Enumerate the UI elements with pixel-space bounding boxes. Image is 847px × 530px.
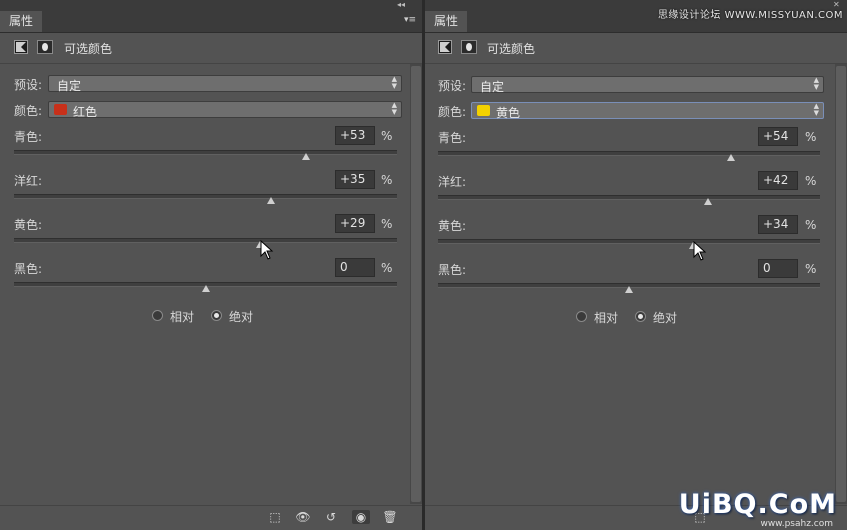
percent-sign: % — [805, 174, 817, 188]
percent-sign: % — [805, 262, 817, 276]
radio-button-checked[interactable] — [211, 310, 222, 321]
black-value-input[interactable]: 0 — [335, 258, 375, 277]
slider-label-cyan: 青色: — [438, 131, 467, 145]
black-slider-thumb[interactable] — [202, 285, 210, 292]
magenta-slider-thumb[interactable] — [704, 198, 712, 205]
preset-dropdown[interactable]: 自定 ▲ ▼ — [48, 75, 402, 93]
slider-label-magenta: 洋红: — [438, 175, 467, 189]
adjustment-title: 可选颜色 — [64, 42, 113, 56]
slider-label-yellow: 黄色: — [438, 219, 467, 233]
layer-mask-icon[interactable] — [37, 40, 53, 54]
percent-sign: % — [381, 217, 393, 231]
collapse-icon[interactable]: ◂◂ — [397, 0, 405, 10]
dropdown-arrows-icon: ▲ ▼ — [391, 75, 397, 90]
radio-label-absolute: 绝对 — [653, 311, 678, 325]
preset-dropdown[interactable]: 自定 ▲ ▼ — [471, 76, 824, 94]
yellow-slider-track[interactable] — [438, 239, 820, 244]
slider-label-black: 黑色: — [14, 262, 43, 276]
radio-label-relative: 相对 — [594, 311, 619, 325]
color-value: 红色 — [73, 105, 98, 119]
percent-sign: % — [381, 173, 393, 187]
cyan-slider-track[interactable] — [14, 150, 397, 155]
mouse-cursor-icon — [693, 241, 707, 261]
view-previous-state-icon[interactable]: 👁︎ — [294, 510, 312, 524]
color-swatch — [477, 105, 490, 116]
watermark-sub-text: www.psahz.com — [760, 519, 833, 529]
vertical-scrollbar[interactable] — [410, 64, 422, 504]
selective-color-adjustment-icon[interactable] — [438, 40, 452, 54]
radio-button[interactable] — [576, 311, 587, 322]
magenta-slider-thumb[interactable] — [267, 197, 275, 204]
preset-value: 自定 — [57, 79, 82, 93]
vertical-scrollbar[interactable] — [835, 64, 847, 504]
dropdown-arrows-icon: ▲ ▼ — [813, 76, 819, 91]
method-radio-relative[interactable]: 相对 — [152, 308, 202, 324]
magenta-value-input[interactable]: +35 — [335, 170, 375, 189]
percent-sign: % — [381, 261, 393, 275]
preset-label: 预设: — [438, 79, 467, 93]
yellow-value-input[interactable]: +29 — [335, 214, 375, 233]
color-swatch — [54, 104, 67, 115]
scroll-thumb[interactable] — [836, 66, 846, 502]
layer-mask-icon[interactable] — [461, 40, 477, 54]
watermark-top-text: 思缘设计论坛 WWW.MISSYUAN.COM — [657, 10, 843, 21]
selective-color-adjustment-icon[interactable] — [14, 40, 28, 54]
color-value: 黄色 — [496, 106, 521, 120]
yellow-value-input[interactable]: +34 — [758, 215, 798, 234]
cyan-value-input[interactable]: +54 — [758, 127, 798, 146]
method-radio-relative[interactable]: 相对 — [576, 309, 626, 325]
visibility-eye-icon[interactable]: ◉ — [352, 510, 370, 524]
adjustment-title: 可选颜色 — [487, 42, 536, 56]
magenta-slider-track[interactable] — [438, 195, 820, 200]
cyan-value-input[interactable]: +53 — [335, 126, 375, 145]
tab-bar: 属性 ▾≡ — [0, 11, 422, 33]
color-label: 颜色: — [438, 105, 467, 119]
slider-label-black: 黑色: — [438, 263, 467, 277]
magenta-slider-track[interactable] — [14, 194, 397, 199]
radio-label-relative: 相对 — [170, 310, 195, 324]
color-dropdown[interactable]: 黄色 ▲ ▼ — [471, 102, 824, 120]
panel-bottom-toolbar: ⬚ 👁︎ ↺ ◉ 🗑︎ — [0, 505, 422, 530]
dropdown-arrows-icon: ▲ ▼ — [391, 101, 397, 116]
properties-panel-right: ✕ 属性 可选颜色 预设: 自定 ▲ ▼ 颜色: 黄色 ▲ ▼ 青色: +54 % … — [425, 0, 847, 530]
adjustment-header: 可选颜色 — [0, 33, 422, 64]
cyan-slider-thumb[interactable] — [727, 154, 735, 161]
mouse-cursor-icon — [260, 240, 274, 260]
percent-sign: % — [381, 129, 393, 143]
slider-label-cyan: 青色: — [14, 130, 43, 144]
cyan-slider-track[interactable] — [438, 151, 820, 156]
slider-label-yellow: 黄色: — [14, 218, 43, 232]
tab-properties[interactable]: 属性 — [425, 11, 468, 32]
scroll-thumb[interactable] — [411, 66, 421, 502]
method-radio-absolute[interactable]: 绝对 — [211, 308, 261, 324]
black-slider-thumb[interactable] — [625, 286, 633, 293]
dropdown-arrows-icon: ▲ ▼ — [813, 102, 819, 117]
watermark-logo: UiBQ.CoM — [678, 489, 837, 520]
panel-menu-icon[interactable]: ▾≡ — [404, 15, 416, 25]
yellow-slider-track[interactable] — [14, 238, 397, 243]
preset-value: 自定 — [480, 80, 505, 94]
adjustment-header: 可选颜色 — [425, 33, 847, 64]
trash-icon[interactable]: 🗑︎ — [381, 510, 399, 524]
slider-label-magenta: 洋红: — [14, 174, 43, 188]
reset-icon[interactable]: ↺ — [322, 510, 340, 524]
clip-to-layer-icon[interactable]: ⬚ — [266, 510, 284, 524]
magenta-value-input[interactable]: +42 — [758, 171, 798, 190]
color-label: 颜色: — [14, 104, 43, 118]
percent-sign: % — [805, 130, 817, 144]
method-radio-absolute[interactable]: 绝对 — [635, 309, 685, 325]
tab-properties[interactable]: 属性 — [0, 11, 43, 32]
color-dropdown[interactable]: 红色 ▲ ▼ — [48, 101, 402, 119]
radio-label-absolute: 绝对 — [229, 310, 254, 324]
properties-panel-left: ◂◂ 属性 ▾≡ 可选颜色 预设: 自定 ▲ ▼ 颜色: 红色 ▲ ▼ 青色: +5… — [0, 0, 422, 530]
black-value-input[interactable]: 0 — [758, 259, 798, 278]
percent-sign: % — [805, 218, 817, 232]
preset-label: 预设: — [14, 78, 43, 92]
cyan-slider-thumb[interactable] — [302, 153, 310, 160]
radio-button-checked[interactable] — [635, 311, 646, 322]
panel-top-strip: ◂◂ — [0, 0, 422, 11]
radio-button[interactable] — [152, 310, 163, 321]
